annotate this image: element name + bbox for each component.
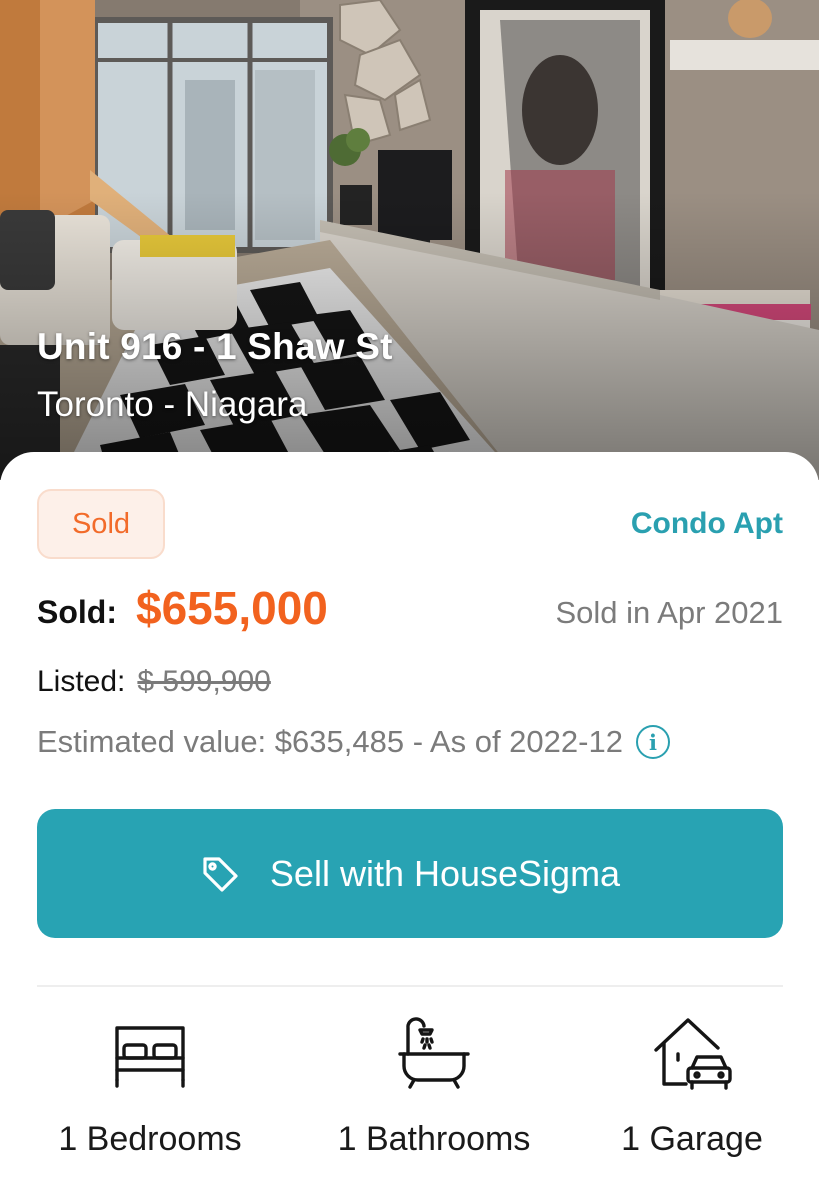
sell-button-label: Sell with HouseSigma [269, 852, 621, 894]
listed-price: $ 599,900 [137, 665, 271, 698]
listing-community: Toronto - Niagara [37, 385, 308, 424]
sold-price: $655,000 [136, 582, 328, 634]
estimated-value-text: Estimated value: $635,485 - As of 2022-1… [37, 724, 623, 759]
sold-price-row: Sold: $655,000 Sold in Apr 2021 [37, 582, 783, 642]
property-type: Condo Apt [630, 507, 783, 540]
map-icon[interactable] [724, 348, 786, 404]
section-divider [37, 985, 783, 987]
sell-with-housesigma-button[interactable]: Sell with HouseSigma [37, 809, 783, 938]
price-tag-icon [200, 854, 240, 894]
garage-label: 1 Garage [621, 1120, 763, 1158]
sold-date: Sold in Apr 2021 [555, 595, 783, 630]
feature-bathrooms: 1 Bathrooms [304, 1012, 564, 1159]
listing-photo[interactable]: Unit 916 - 1 Shaw St Toronto - Niagara [0, 0, 819, 480]
bathrooms-label: 1 Bathrooms [337, 1120, 531, 1158]
listing-address: Unit 916 - 1 Shaw St [37, 326, 393, 367]
listed-price-row: Listed: $ 599,900 [37, 665, 271, 705]
bedrooms-label: 1 Bedrooms [58, 1120, 242, 1158]
features-row: 1 Bedrooms 1 Bathrooms 1 Garage [0, 1012, 819, 1172]
status-badge: Sold [37, 489, 165, 559]
bathtub-icon [394, 1012, 474, 1092]
sold-label: Sold: [37, 594, 117, 630]
estimated-value-row: Estimated value: $635,485 - As of 2022-1… [37, 722, 670, 762]
feature-garage: 1 Garage [562, 1012, 819, 1159]
listing-details-card: Sold Condo Apt Sold: $655,000 Sold in Ap… [0, 452, 819, 1200]
bed-icon [110, 1012, 190, 1092]
listed-label: Listed: [37, 665, 126, 698]
info-icon[interactable]: i [635, 725, 670, 759]
garage-icon [652, 1012, 732, 1092]
feature-bedrooms: 1 Bedrooms [20, 1012, 280, 1159]
